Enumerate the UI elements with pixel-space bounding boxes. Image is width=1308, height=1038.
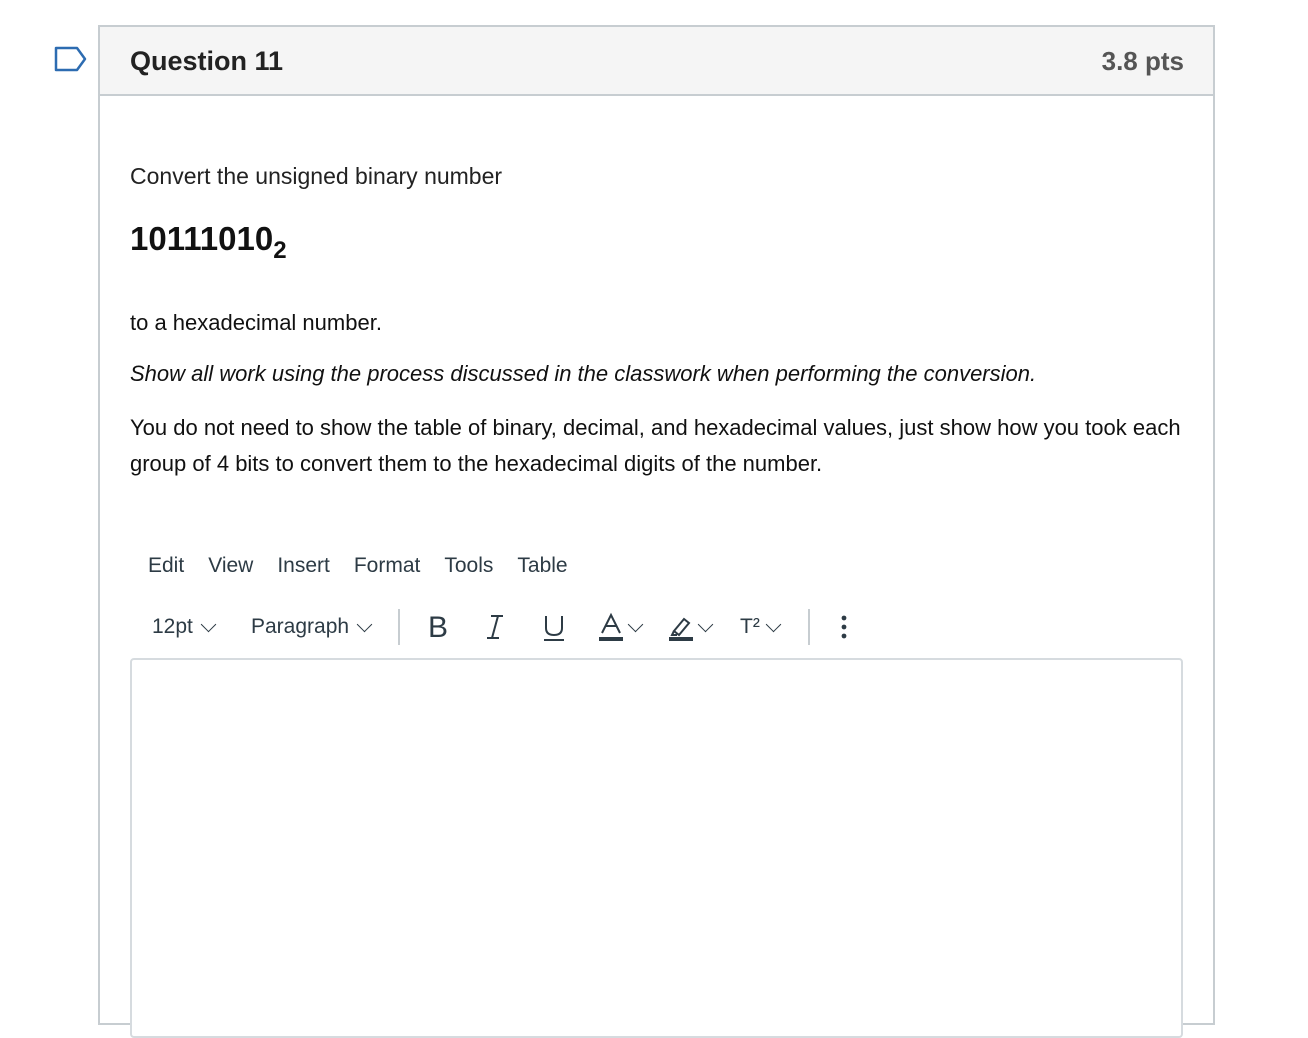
highlight-icon: [669, 617, 693, 641]
menu-view[interactable]: View: [208, 552, 253, 580]
more-options-button[interactable]: [838, 607, 850, 647]
chevron-down-icon: [356, 616, 373, 632]
question-points: 3.8 pts: [1101, 46, 1184, 76]
more-options-icon: [841, 615, 847, 639]
menu-format[interactable]: Format: [354, 552, 421, 580]
block-format-value: Paragraph: [251, 615, 350, 638]
text-color-button[interactable]: [598, 607, 644, 647]
svg-text:B: B: [428, 612, 448, 642]
question-header: Question 11 3.8 pts: [100, 27, 1213, 96]
block-format-select[interactable]: Paragraph: [251, 607, 373, 647]
toolbar-divider: [808, 609, 810, 645]
toolbar-divider: [398, 609, 400, 645]
bold-icon: B: [428, 612, 448, 642]
flag-question-button[interactable]: [54, 46, 88, 72]
menu-table[interactable]: Table: [517, 552, 567, 580]
instruction-line-1: to a hexadecimal number.: [130, 310, 382, 335]
binary-digits: 10111010: [130, 220, 274, 257]
menu-insert[interactable]: Insert: [277, 552, 330, 580]
question-card: Question 11 3.8 pts Convert the unsigned…: [98, 25, 1215, 1038]
highlight-button[interactable]: [668, 607, 714, 647]
font-size-select[interactable]: 12pt: [152, 607, 217, 647]
superscript-icon: T²: [740, 615, 760, 638]
underline-icon: [544, 616, 564, 641]
binary-base: 2: [273, 237, 287, 264]
menu-tools[interactable]: Tools: [444, 552, 493, 580]
answer-editor[interactable]: [130, 658, 1183, 1038]
editor-menu-bar: Edit View Insert Format Tools Table: [148, 552, 568, 580]
italic-icon: [487, 615, 503, 639]
italic-button[interactable]: [484, 607, 506, 647]
menu-edit[interactable]: Edit: [148, 552, 184, 580]
superscript-button[interactable]: T²: [740, 607, 782, 647]
chevron-down-icon: [765, 616, 782, 632]
underline-button[interactable]: [541, 607, 567, 647]
chevron-down-icon: [627, 616, 644, 632]
font-size-value: 12pt: [152, 615, 193, 638]
binary-number: 101110102: [130, 219, 287, 263]
bold-button[interactable]: B: [426, 607, 452, 647]
chevron-down-icon: [697, 616, 714, 632]
question-prompt: Convert the unsigned binary number: [130, 163, 503, 189]
instruction-line-2: Show all work using the process discusse…: [130, 361, 1037, 386]
text-color-icon: [599, 612, 623, 641]
editor-toolbar: 12pt Paragraph B T²: [148, 607, 928, 655]
flag-outline-icon: [54, 46, 87, 72]
instruction-line-3: You do not need to show the table of bin…: [130, 415, 1181, 476]
question-title: Question 11: [130, 46, 284, 76]
chevron-down-icon: [200, 616, 217, 632]
